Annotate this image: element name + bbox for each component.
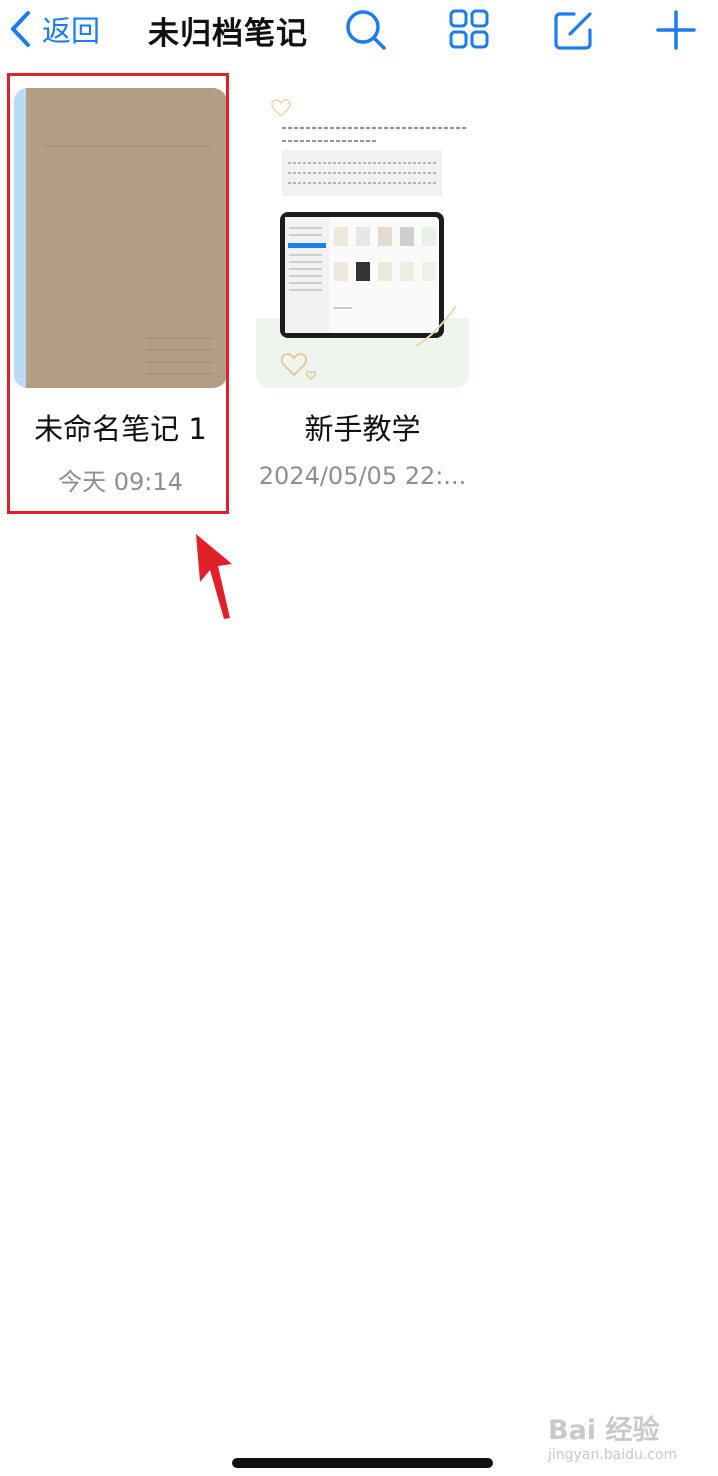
compose-icon [554, 12, 592, 50]
watermark-url: jingyan.baidu.com [548, 1447, 678, 1463]
add-button[interactable] [654, 8, 698, 52]
search-icon [346, 10, 386, 50]
page-title: 未归档笔记 [148, 16, 308, 52]
compose-button[interactable] [552, 8, 596, 52]
back-button[interactable]: 返回 [8, 6, 100, 52]
back-label: 返回 [42, 14, 101, 48]
pointer-arrow-icon [196, 534, 232, 619]
highlight-box [7, 73, 229, 514]
note-date: 2024/05/05 22:... [258, 462, 467, 490]
tutorial-thumbnail [256, 88, 469, 388]
grid-view-button[interactable] [448, 8, 492, 52]
home-indicator[interactable] [232, 1458, 493, 1468]
chevron-left-icon [11, 11, 30, 47]
baidu-watermark: Bai 经验 jingyan.baidu.com [548, 1408, 677, 1463]
navigation-bar: 返回 未归档笔记 [0, 0, 718, 60]
note-title: 新手教学 [304, 412, 421, 446]
watermark-main: Bai 经验 [548, 1415, 660, 1446]
grid-view-icon [449, 9, 489, 49]
plus-icon [656, 10, 696, 50]
search-button[interactable] [344, 8, 388, 52]
